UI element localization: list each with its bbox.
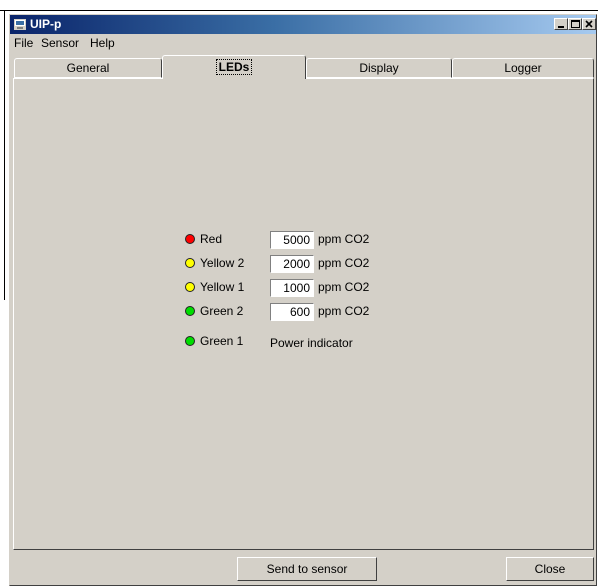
unit-red: ppm CO2 [318,232,370,246]
yellow1-led-icon [185,282,195,292]
led-label-yellow2: Yellow 2 [200,256,245,270]
unit-yellow1: ppm CO2 [318,280,370,294]
led-label-yellow1: Yellow 1 [200,280,245,294]
red-threshold-input[interactable] [270,231,314,249]
unit-yellow2: ppm CO2 [318,256,370,270]
yellow2-threshold-input[interactable] [270,255,314,273]
led-settings: Red ppm CO2 Yellow 2 ppm CO2 Yellow 1 pp… [0,0,598,587]
power-indicator-text: Power indicator [270,336,353,350]
green1-led-icon [185,336,195,346]
led-label-red: Red [200,232,223,246]
led-label-green2: Green 2 [200,304,244,318]
yellow2-led-icon [185,258,195,268]
green2-threshold-input[interactable] [270,303,314,321]
yellow1-threshold-input[interactable] [270,279,314,297]
green2-led-icon [185,306,195,316]
unit-green2: ppm CO2 [318,304,370,318]
red-led-icon [185,234,195,244]
led-label-green1: Green 1 [200,334,244,348]
